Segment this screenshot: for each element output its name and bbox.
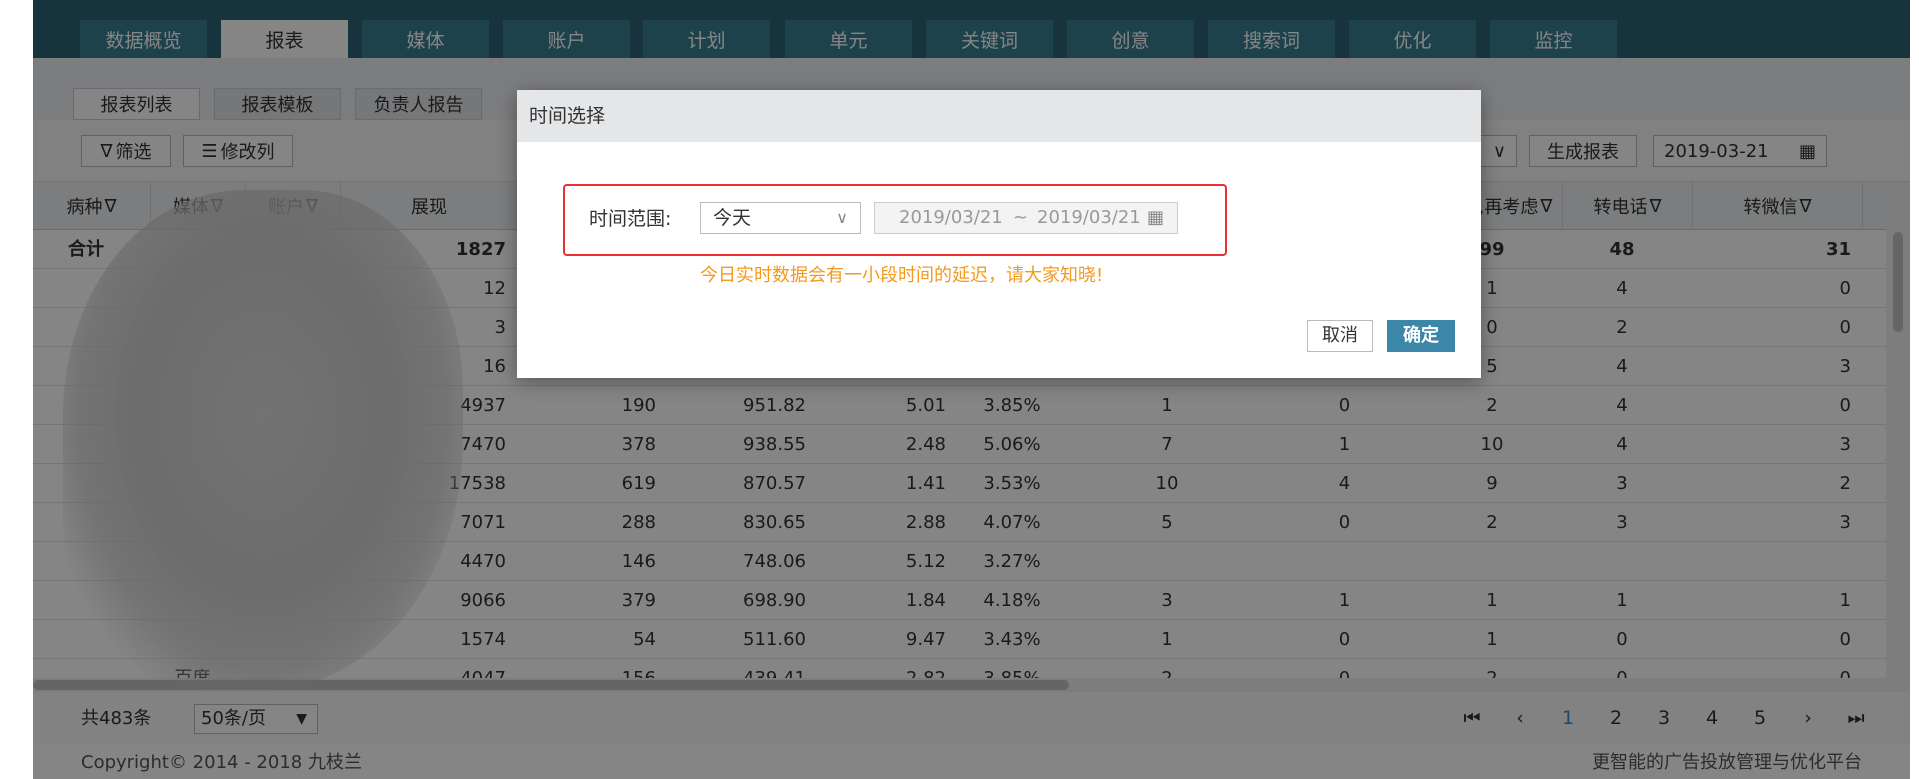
date-start: 2019/03/21 [899, 207, 1003, 228]
cancel-button[interactable]: 取消 [1307, 320, 1373, 352]
app-window: 数据概览 报表 媒体 账户 计划 单元 关键词 创意 搜索词 优化 监控 报表列表 报表模板 负责人… [33, 0, 1910, 779]
date-end: 2019/03/21 [1037, 207, 1141, 228]
dialog-title: 时间选择 [517, 90, 1481, 142]
calendar-icon: ▦ [1147, 207, 1165, 228]
chevron-down-icon: ∨ [836, 208, 848, 227]
date-separator: ~ [1013, 207, 1029, 228]
time-select-dialog: 时间选择 时间范围: 今天 ∨ 2019/03/21 ~ 2019/03/21 … [517, 90, 1481, 378]
confirm-button[interactable]: 确定 [1387, 320, 1455, 352]
time-range-label: 时间范围: [589, 208, 672, 230]
date-range-input: 2019/03/21 ~ 2019/03/21 ▦ [874, 202, 1178, 234]
time-range-select[interactable]: 今天 ∨ [700, 202, 861, 234]
realtime-delay-note: 今日实时数据会有一小段时间的延迟，请大家知晓! [700, 265, 1104, 286]
